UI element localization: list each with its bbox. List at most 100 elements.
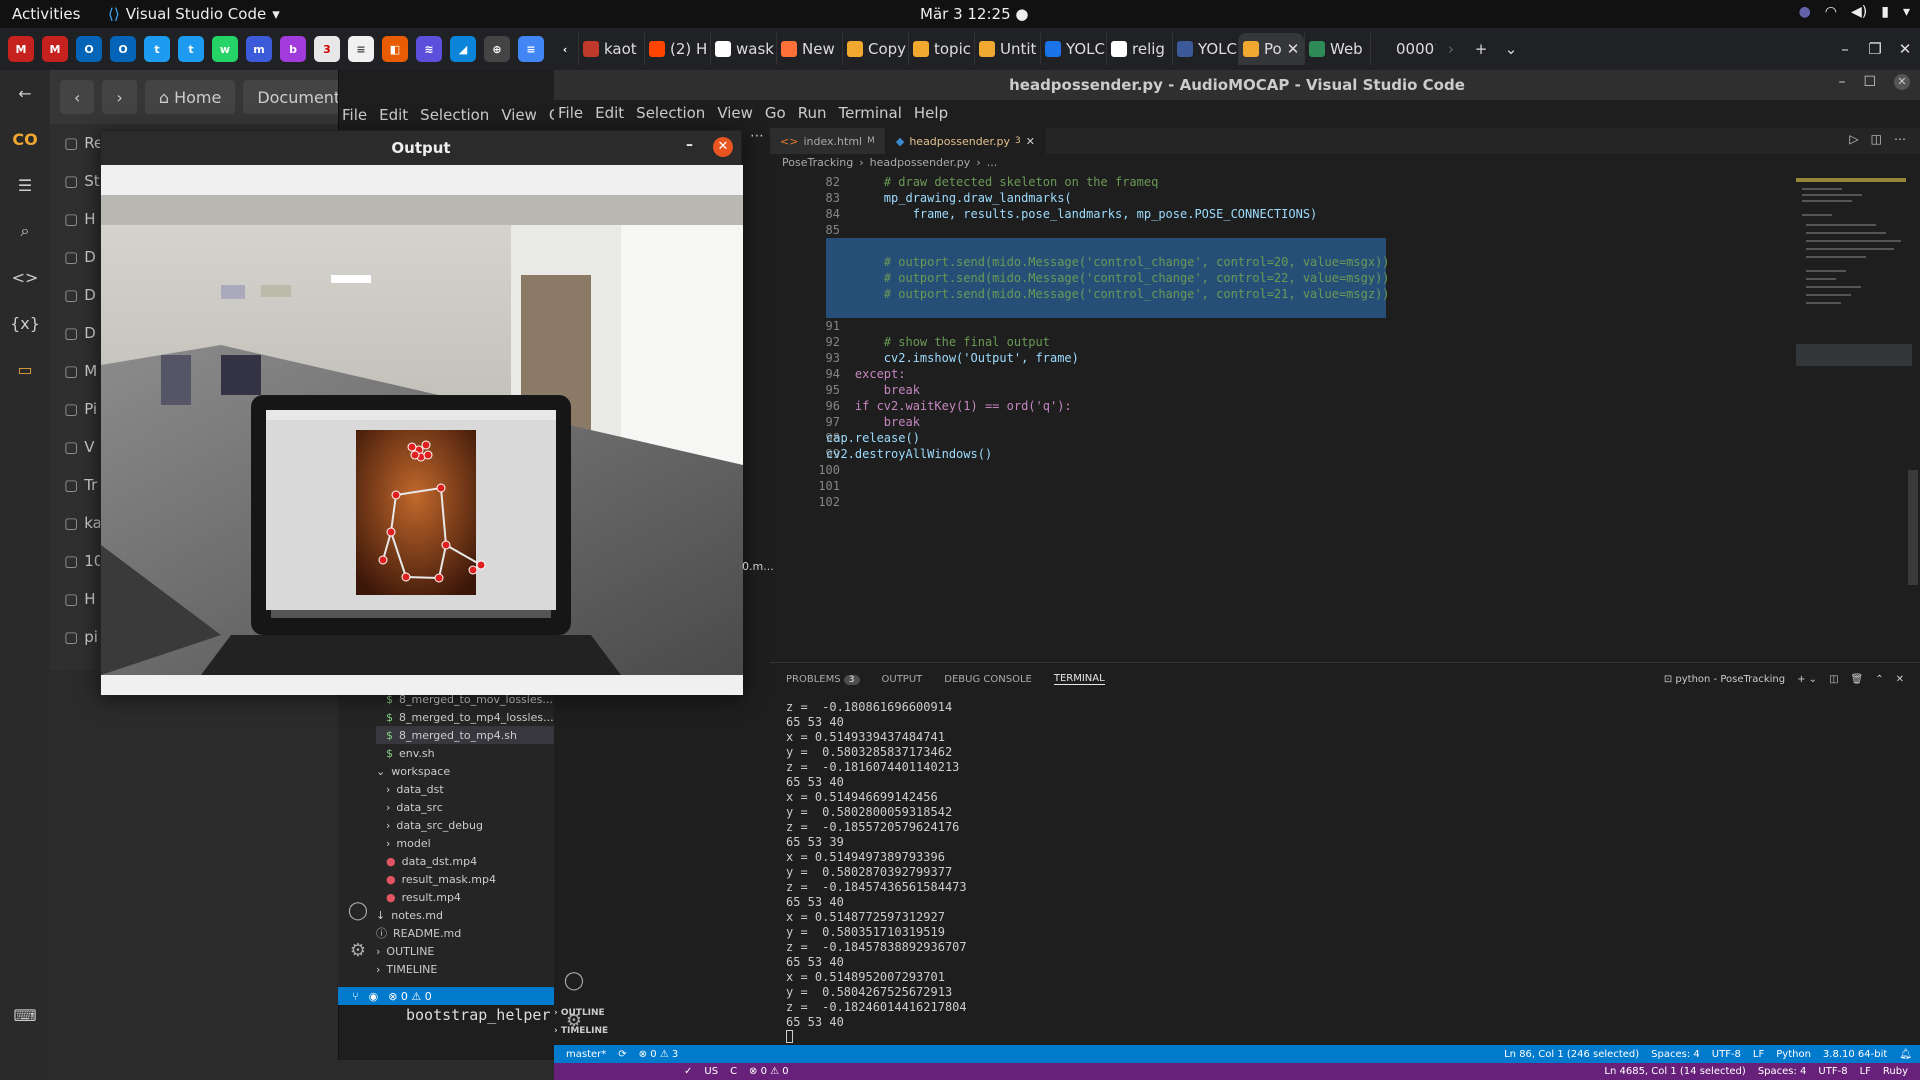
tree-item[interactable]: $8_merged_to_mp4_lossles... [376,708,556,726]
outlook-pinned-tab-2[interactable]: O [110,36,136,62]
status-right-item[interactable]: Spaces: 4 [1651,1049,1700,1060]
minimize-icon[interactable]: – [686,137,693,153]
tree-item[interactable]: › OUTLINE [376,942,556,960]
status-left-item[interactable]: ⟳ [618,1049,626,1060]
status2-left-item[interactable]: ✓ [684,1066,692,1077]
system-tray[interactable]: ● ◠ ◀) ▮ ▾ [1799,4,1910,20]
problems-status[interactable]: ⊗ 0 ⚠ 0 [388,990,432,1003]
folder-icon[interactable]: ▭ [0,346,50,392]
panel-tab-terminal[interactable]: TERMINAL [1053,673,1105,685]
split-editor-icon[interactable]: ◫ [1871,132,1882,146]
status2-right-item[interactable]: Ruby [1883,1066,1908,1077]
menu-icon[interactable]: ☰ [0,162,50,208]
code-icon[interactable]: <> [0,254,50,300]
run-icon[interactable]: ▷ [1849,132,1858,146]
browser-tab[interactable]: Copy [842,33,908,65]
restore-icon[interactable]: ❐ [1860,40,1890,58]
close-tab-icon[interactable]: ✕ [1287,40,1300,58]
menu-item-edit[interactable]: Edit [595,104,624,126]
panel-tab-output[interactable]: OUTPUT [882,674,923,685]
back-arrow-icon[interactable]: ← [0,70,50,116]
browser-tab[interactable]: wask [710,33,776,65]
app2-pinned-tab[interactable]: ≋ [416,36,442,62]
status2-right-item[interactable]: Spaces: 4 [1758,1066,1807,1077]
branch-icon[interactable]: ⑂ [352,990,359,1003]
menu-item[interactable]: File [342,106,367,124]
tree-item[interactable]: ⌄ workspace [376,762,556,780]
status-right-item[interactable]: Python [1776,1049,1811,1060]
tree-item[interactable]: › data_dst [376,780,556,798]
minimize-icon[interactable]: – [1830,40,1860,58]
status-right-item[interactable]: UTF-8 [1712,1049,1741,1060]
terminal-output[interactable]: z = -0.180861696600914 65 53 40 x = 0.5149… [786,700,1686,1030]
tree-item[interactable]: ● result_mask.mp4 [376,870,556,888]
browser-tab[interactable]: relig [1106,33,1172,65]
menu-item[interactable]: Selection [420,106,489,124]
rss-pinned-tab[interactable]: ◧ [382,36,408,62]
tree-item[interactable]: › TIMELINE [376,960,556,978]
browser-tab[interactable]: Web [1304,33,1370,65]
status2-right-item[interactable]: UTF-8 [1818,1066,1847,1077]
tree-item[interactable]: $8_merged_to_mp4.sh [376,726,556,744]
status-right-item[interactable]: Ln 86, Col 1 (246 selected) [1504,1049,1639,1060]
browser-tab[interactable]: Po ✕ [1238,33,1304,65]
close-tab-icon[interactable]: ✕ [1026,135,1035,148]
status-left-item[interactable]: ⊗ 0 ⚠ 3 [639,1049,679,1060]
status-right-item[interactable]: LF [1753,1049,1764,1060]
tree-item[interactable]: › data_src [376,798,556,816]
clock[interactable]: Mär 3 12:25 ● [920,5,1028,23]
keyboard-icon[interactable]: ⌨ [0,992,50,1038]
app-pinned-tab[interactable]: b [280,36,306,62]
calendar-pinned-tab[interactable]: 3 [314,36,340,62]
tree-item[interactable]: ↓ notes.md [376,906,556,924]
tree-item[interactable]: › model [376,834,556,852]
tree-item[interactable]: ● result.mp4 [376,888,556,906]
menu-item[interactable]: Edit [379,106,408,124]
browser-tab[interactable]: YOLC [1172,33,1238,65]
status-right-item[interactable]: 3.8.10 64-bit [1823,1049,1887,1060]
browser-tab[interactable]: kaot [578,33,644,65]
minimize-icon[interactable]: – [1838,74,1845,90]
account-icon[interactable]: ◯ [338,900,378,940]
breadcrumb-item[interactable]: PoseTracking [782,156,853,169]
outlook-pinned-tab[interactable]: O [76,36,102,62]
split-terminal-icon[interactable]: ◫ [1829,674,1838,685]
menu-item-terminal[interactable]: Terminal [839,104,902,126]
app-menu[interactable]: ⟨⟩ Visual Studio Code ▾ [108,5,280,23]
forms-pinned-tab[interactable]: ≡ [518,36,544,62]
breadcrumb-item[interactable]: headpossender.py [870,156,971,169]
nav-forward-button[interactable]: › [102,80,137,114]
status-left-item[interactable]: master* [566,1049,606,1060]
twitter-pinned-tab-2[interactable]: t [178,36,204,62]
code-editor[interactable]: # draw detected skeleton on the frameq m… [826,174,1390,510]
tab-list-icon[interactable]: ⌄ [1496,40,1526,58]
editor-scrollbar[interactable] [1908,470,1918,585]
new-tab-icon[interactable]: + [1466,40,1496,58]
maximize-panel-icon[interactable]: ⌃ [1875,674,1883,685]
account-icon[interactable]: ◯ [554,970,594,1010]
search-icon[interactable]: ⌕ [0,208,50,254]
menu-item-run[interactable]: Run [798,104,827,126]
whatsapp-pinned-tab[interactable]: w [212,36,238,62]
activities-button[interactable]: Activities [12,5,80,23]
panel-tab-debug-console[interactable]: DEBUG CONSOLE [944,674,1032,685]
menu-item-help[interactable]: Help [914,104,948,126]
status2-left-item[interactable]: US [704,1066,718,1077]
new-terminal-icon[interactable]: + ⌄ [1797,674,1817,685]
tabs-scroll-right-icon[interactable]: › [1436,40,1466,58]
outline-section[interactable]: › OUTLINE [554,1008,770,1026]
settings-gear-icon[interactable]: ⚙ [338,940,378,980]
status2-left-item[interactable]: ⊗ 0 ⚠ 0 [749,1066,789,1077]
tree-item[interactable]: ⓘ README.md [376,924,556,942]
trash-icon[interactable]: 🗑 [1851,674,1864,685]
tree-item[interactable]: $ env.sh [376,744,556,762]
browser-tab[interactable]: Untit [974,33,1040,65]
twitter-pinned-tab[interactable]: t [144,36,170,62]
browser-tab[interactable]: 00001.0 [1370,33,1436,65]
home-path-button[interactable]: ⌂ Home [144,80,236,114]
more-icon[interactable]: ⋯ [1894,132,1906,146]
messenger-pinned-tab[interactable]: m [246,36,272,62]
variables-icon[interactable]: {x} [0,300,50,346]
timeline-section[interactable]: › TIMELINE [554,1026,770,1044]
app3-pinned-tab[interactable]: ◢ [450,36,476,62]
